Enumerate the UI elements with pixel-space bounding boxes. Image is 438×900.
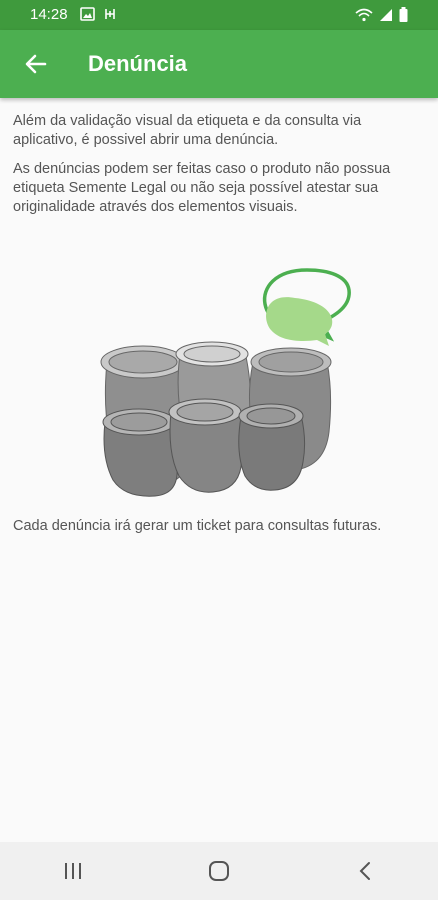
seed-sack	[238, 403, 306, 491]
home-icon	[209, 861, 229, 881]
back-icon	[359, 862, 370, 880]
system-nav-bar	[0, 842, 438, 900]
seed-sacks-illustration	[95, 262, 355, 500]
status-left-icons	[80, 7, 117, 26]
status-right-icons	[355, 7, 408, 27]
recent-apps-icon	[65, 863, 81, 879]
ticket-info-text: Cada denúncia irá gerar um ticket para c…	[13, 518, 382, 534]
content-area: Além da validação visual da etiqueta e d…	[13, 112, 423, 227]
image-icon	[80, 7, 95, 26]
signal-pulse-icon	[103, 7, 117, 26]
cell-signal-icon	[379, 8, 393, 27]
back-button[interactable]	[14, 42, 58, 86]
intro-paragraph: Além da validação visual da etiqueta e d…	[13, 113, 362, 148]
home-button[interactable]	[189, 849, 249, 893]
status-time: 14:28	[30, 6, 68, 23]
arrow-back-icon	[25, 54, 47, 74]
app-bar: Denúncia	[0, 30, 438, 98]
page-title: Denúncia	[88, 51, 188, 76]
recent-apps-button[interactable]	[43, 849, 103, 893]
seed-sack	[168, 398, 244, 493]
nav-back-button[interactable]	[335, 849, 395, 893]
status-bar: 14:28	[0, 0, 438, 30]
chat-bubbles-icon	[262, 268, 351, 346]
wifi-icon	[355, 8, 373, 27]
seed-sack	[102, 408, 178, 497]
report-conditions-paragraph: As denúncias podem ser feitas caso o pro…	[13, 161, 391, 215]
battery-icon	[399, 7, 408, 27]
